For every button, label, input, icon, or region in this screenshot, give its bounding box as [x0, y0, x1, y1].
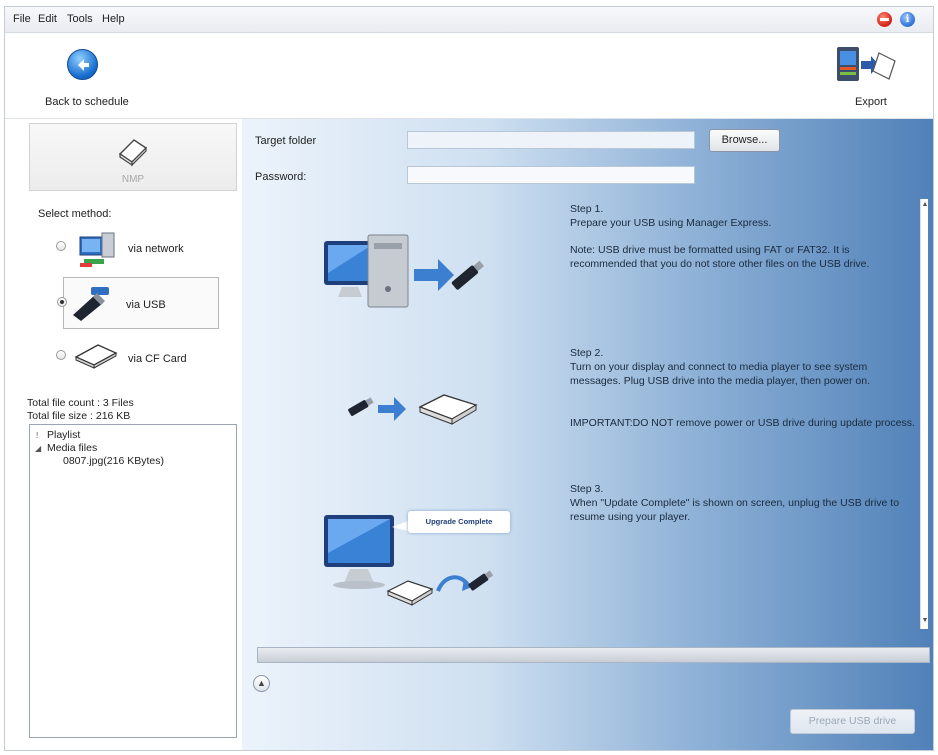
- export-icon[interactable]: [833, 43, 899, 89]
- right-pane: Target folder Browse... Password: Upgrad…: [242, 119, 933, 750]
- usb-icon: [73, 287, 109, 321]
- step1-note: Note: USB drive must be formatted using …: [570, 244, 870, 270]
- pc-to-usb-illustration: [324, 234, 485, 308]
- cf-card-label[interactable]: via CF Card: [128, 353, 187, 365]
- media-player-icon: [118, 139, 148, 167]
- network-icon: [79, 232, 115, 267]
- network-radio[interactable]: [56, 241, 66, 251]
- method-cf-card[interactable]: via CF Card: [50, 333, 218, 385]
- total-file-count: Total file count : 3 Files: [27, 397, 134, 409]
- tree-item-playlist[interactable]: Playlist: [47, 429, 80, 441]
- back-to-schedule-label[interactable]: Back to schedule: [45, 96, 129, 108]
- device-nmp[interactable]: NMP: [29, 123, 237, 191]
- tree-leaf-marker: !: [36, 431, 39, 440]
- method-network[interactable]: via network: [50, 223, 218, 275]
- target-folder-field[interactable]: [407, 131, 695, 149]
- step1-title: Step 1.: [570, 203, 604, 215]
- step3-title: Step 3.: [570, 483, 604, 495]
- file-tree[interactable]: ! Playlist ◢ Media files 0807.jpg(216 KB…: [29, 424, 237, 738]
- usb-radio[interactable]: [57, 297, 67, 307]
- method-usb[interactable]: via USB: [57, 277, 219, 329]
- device-label: NMP: [121, 174, 145, 185]
- step3-text: When "Update Complete" is shown on scree…: [570, 497, 900, 523]
- app-window: File Edit Tools Help i Back to schedule: [4, 6, 934, 751]
- expand-up-icon[interactable]: ▲: [253, 675, 270, 692]
- select-method-label: Select method:: [38, 208, 112, 220]
- menu-bar: File Edit Tools Help i: [5, 7, 933, 33]
- menu-help[interactable]: Help: [102, 13, 125, 25]
- toolbar: Back to schedule Export: [5, 33, 933, 119]
- cf-card-radio[interactable]: [56, 350, 66, 360]
- usb-label[interactable]: via USB: [126, 299, 166, 311]
- step1-text: Prepare your USB using Manager Express.: [570, 217, 772, 229]
- instructions-scrollbar[interactable]: ▲ ▼: [920, 199, 928, 629]
- step2-important: IMPORTANT:DO NOT remove power or USB dri…: [570, 417, 915, 429]
- scroll-down-icon[interactable]: ▼: [921, 617, 929, 624]
- network-label[interactable]: via network: [128, 243, 184, 255]
- target-folder-label: Target folder: [255, 135, 317, 147]
- tree-expand-icon[interactable]: ◢: [35, 444, 41, 453]
- upgrade-complete-bubble: Upgrade Complete: [408, 511, 510, 533]
- scroll-up-icon[interactable]: ▲: [921, 201, 929, 208]
- usb-to-player-illustration: [348, 394, 478, 425]
- password-field[interactable]: [407, 166, 695, 184]
- instructions-panel: Upgrade Complete Step 1. Prepare your US…: [242, 199, 932, 629]
- cf-card-icon: [74, 344, 118, 369]
- step2-title: Step 2.: [570, 347, 604, 359]
- browse-button[interactable]: Browse...: [709, 129, 780, 152]
- password-label: Password:: [255, 171, 307, 183]
- prepare-usb-drive-button[interactable]: Prepare USB drive: [790, 709, 915, 734]
- stop-icon[interactable]: [877, 12, 892, 27]
- tree-item-file[interactable]: 0807.jpg(216 KBytes): [63, 455, 164, 467]
- info-icon[interactable]: i: [900, 12, 915, 27]
- step2-text: Turn on your display and connect to medi…: [570, 361, 870, 387]
- progress-bar: [257, 647, 930, 663]
- back-arrow-icon[interactable]: [67, 49, 98, 80]
- export-label[interactable]: Export: [855, 96, 887, 108]
- menu-tools[interactable]: Tools: [67, 13, 93, 25]
- total-file-size: Total file size : 216 KB: [27, 410, 131, 422]
- menu-file[interactable]: File: [13, 13, 31, 25]
- tree-item-media-files[interactable]: Media files: [47, 442, 97, 454]
- left-pane: NMP Select method: via network via USB v…: [5, 119, 242, 750]
- menu-edit[interactable]: Edit: [38, 13, 57, 25]
